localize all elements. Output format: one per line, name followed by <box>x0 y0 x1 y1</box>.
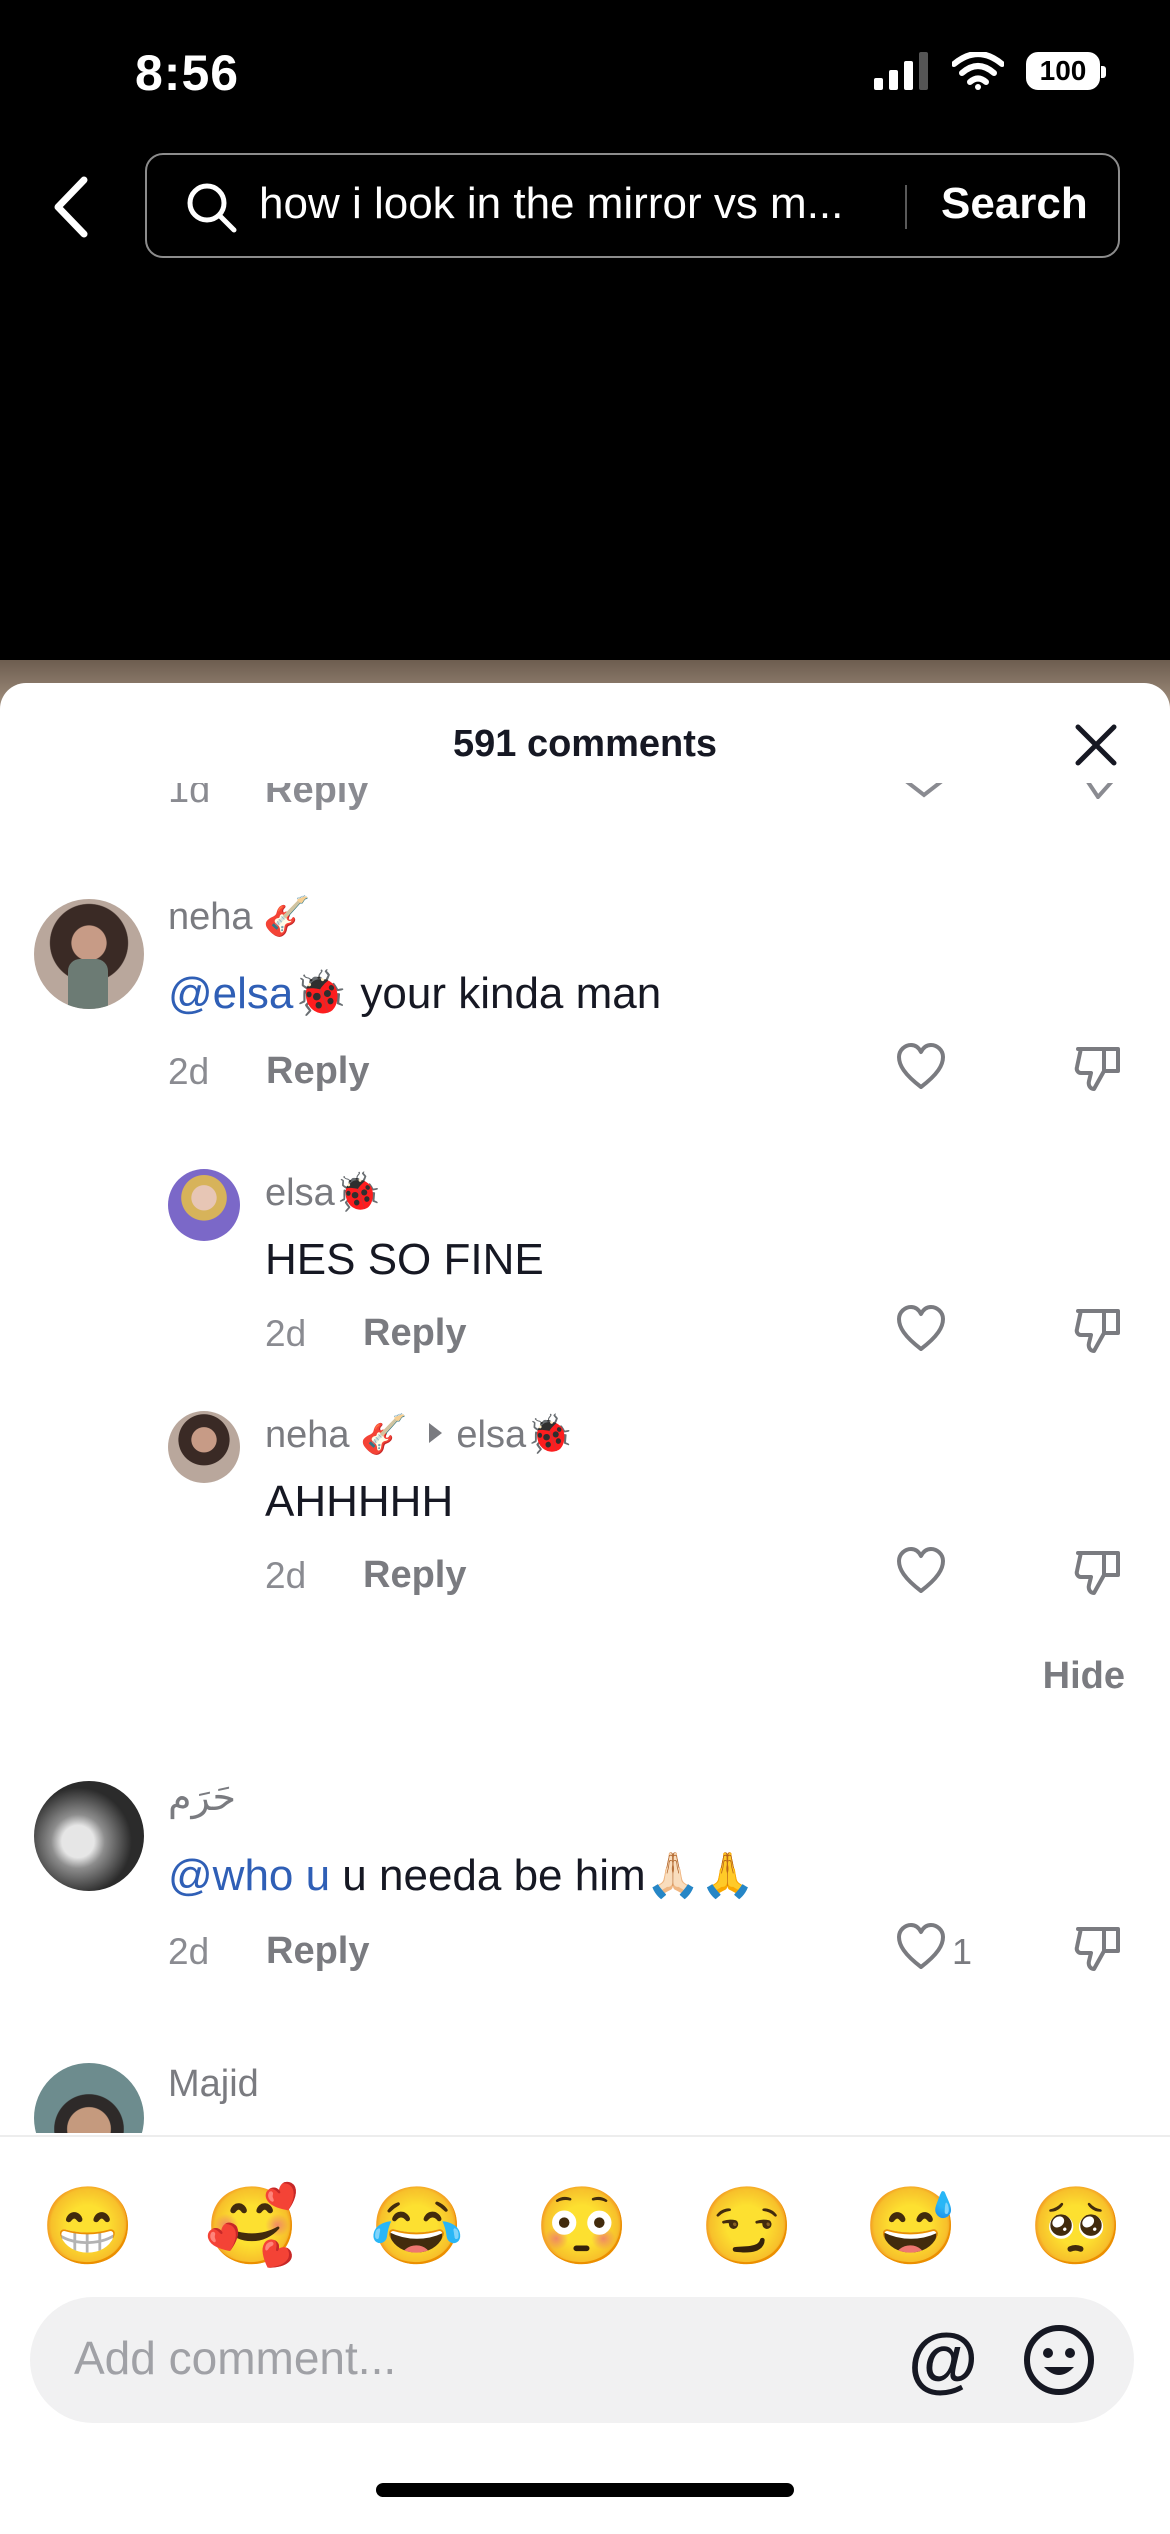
quick-emoji-row: 😁 🥰 😂 😳 😏 😅 🥺 <box>0 2177 1170 2277</box>
reply-button[interactable]: Reply <box>363 1312 466 1355</box>
close-button[interactable] <box>1070 719 1122 771</box>
search-query[interactable]: how i look in the mirror vs m... <box>259 179 1039 229</box>
emoji-button[interactable]: 😳 <box>532 2177 632 2277</box>
comment-text: @who u u needa be him🙏🏻🙏 <box>168 1849 755 1901</box>
video-area: 8:56 100 how i look in the mirror vs m..… <box>0 0 1170 680</box>
emoji-button[interactable]: 🥺 <box>1026 2177 1126 2277</box>
comments-count-title: 591 comments <box>452 723 717 765</box>
add-comment-placeholder: Add comment... <box>74 2332 397 2384</box>
reply-author[interactable]: neha 🎸 <box>265 1414 407 1456</box>
like-icon[interactable] <box>902 783 946 808</box>
like-count: 1 <box>952 1931 973 1972</box>
heart-icon <box>897 1043 945 1089</box>
comment-date: 2d <box>168 1051 210 1092</box>
reply-button[interactable]: Reply <box>266 1930 369 1973</box>
partial-comment-row: 1d Reply <box>0 783 1170 812</box>
comment-date: 2d <box>168 1931 210 1972</box>
search-button[interactable]: Search <box>941 179 1088 229</box>
dislike-icon[interactable] <box>1080 783 1120 808</box>
reply-button[interactable]: Reply <box>266 1050 369 1093</box>
reply-arrow-icon <box>429 1423 443 1443</box>
emoji-button[interactable]: 🥰 <box>202 2177 302 2277</box>
heart-icon <box>897 1305 945 1351</box>
dislike-button[interactable] <box>1074 1043 1122 1098</box>
home-indicator <box>376 2483 794 2497</box>
thumbs-down-icon <box>1074 1927 1120 1971</box>
dislike-button[interactable] <box>1074 1305 1122 1360</box>
comment-username[interactable]: حَرَم <box>168 1775 236 1820</box>
like-button[interactable] <box>896 1923 946 1976</box>
avatar[interactable] <box>168 1411 240 1483</box>
thumbs-down-icon <box>1074 1047 1120 1091</box>
add-comment-input[interactable]: Add comment... @ <box>30 2297 1134 2423</box>
like-button[interactable] <box>896 1305 946 1358</box>
chevron-left-icon <box>54 176 88 238</box>
heart-icon <box>897 1923 945 1969</box>
battery-icon: 100 <box>1026 52 1106 90</box>
comment-body: u needa be him🙏🏻🙏 <box>330 1851 756 1900</box>
avatar[interactable] <box>34 1781 144 1891</box>
mention-icon[interactable]: @ <box>908 2319 978 2401</box>
hide-replies-button[interactable]: Hide <box>1043 1655 1125 1698</box>
reply-button[interactable]: Reply <box>265 783 368 812</box>
close-icon <box>1075 724 1117 766</box>
emoji-button[interactable]: 😏 <box>697 2177 797 2277</box>
emoji-button[interactable]: 😅 <box>861 2177 961 2277</box>
comment-date: 2d <box>265 1313 307 1354</box>
avatar[interactable] <box>34 2063 144 2133</box>
thumbs-down-icon <box>1074 1309 1120 1353</box>
comment-text: HES SO FINE <box>265 1235 544 1284</box>
thumbs-down-icon <box>1074 1551 1120 1595</box>
status-time: 8:56 <box>135 45 240 101</box>
emoji-button[interactable]: 😁 <box>38 2177 138 2277</box>
dislike-button[interactable] <box>1074 1547 1122 1602</box>
comment-date: 2d <box>265 1555 307 1596</box>
dislike-button[interactable] <box>1074 1923 1122 1978</box>
comment-username[interactable]: elsa🐞 <box>265 1171 382 1215</box>
like-button[interactable] <box>896 1547 946 1600</box>
comment-list[interactable]: 1d Reply neha 🎸 @elsa🐞 your kinda man 2d… <box>0 783 1170 2133</box>
search-bar[interactable]: how i look in the mirror vs m... Search <box>145 153 1120 258</box>
heart-icon <box>897 1547 945 1593</box>
like-button[interactable] <box>896 1043 946 1096</box>
comment-date: 1d <box>168 783 211 811</box>
emoji-button[interactable]: 😂 <box>367 2177 467 2277</box>
reply-button[interactable]: Reply <box>363 1554 466 1597</box>
comment-text: @elsa🐞 your kinda man <box>168 967 661 1019</box>
comment-body: your kinda man <box>348 969 662 1018</box>
comment-composer-panel: 😁 🥰 😂 😳 😏 😅 🥺 Add comment... @ <box>0 2135 1170 2534</box>
reply-to-user[interactable]: elsa🐞 <box>456 1414 573 1456</box>
search-icon <box>187 183 237 233</box>
comment-username[interactable]: Majid <box>168 2063 259 2106</box>
comment-username: neha 🎸 elsa🐞 <box>265 1413 573 1457</box>
search-divider <box>905 185 907 229</box>
emoji-picker-icon[interactable] <box>1022 2323 1096 2402</box>
comment-text: AHHHHH <box>265 1477 454 1526</box>
back-button[interactable] <box>44 172 100 242</box>
avatar[interactable] <box>34 899 144 1009</box>
signal-icon <box>874 52 928 90</box>
wifi-icon <box>952 52 1004 90</box>
comment-username[interactable]: neha 🎸 <box>168 895 310 939</box>
comment-mention[interactable]: @elsa🐞 <box>168 969 348 1018</box>
avatar[interactable] <box>168 1169 240 1241</box>
comment-mention[interactable]: @who u <box>168 1851 330 1900</box>
status-icons: 100 <box>874 52 1106 90</box>
